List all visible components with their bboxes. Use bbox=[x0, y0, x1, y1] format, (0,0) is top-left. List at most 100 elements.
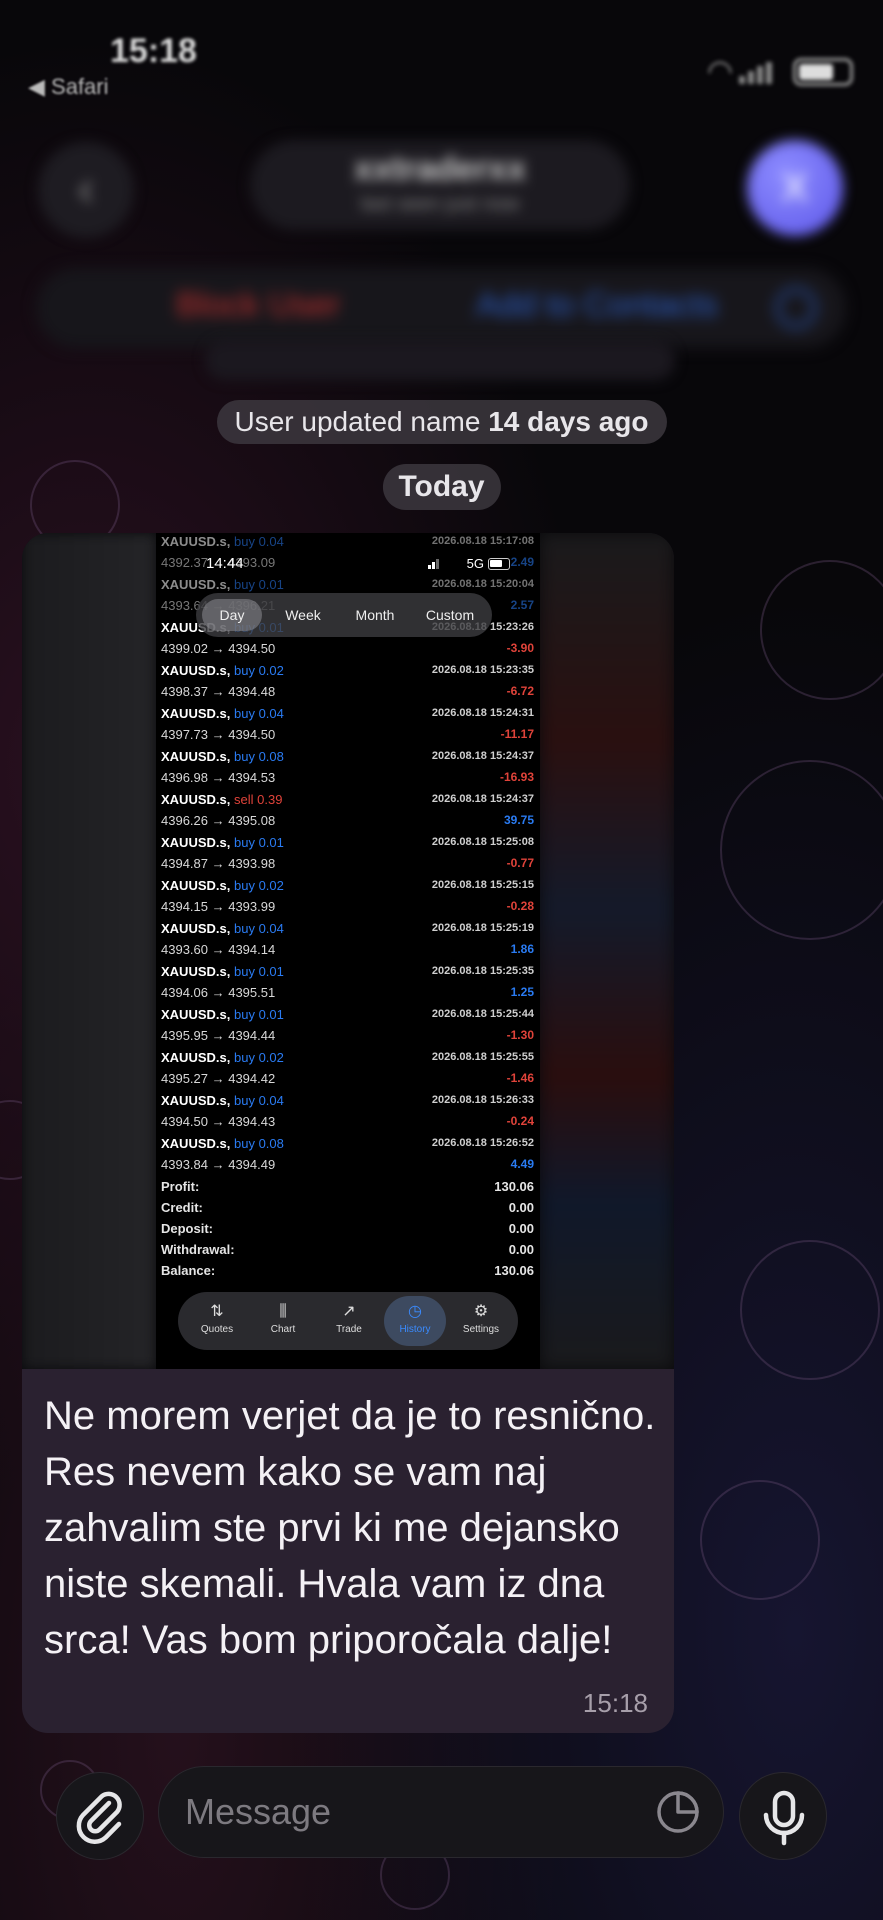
trade-profit: 1.25 bbox=[510, 985, 534, 999]
trade-side: buy 0.02 bbox=[233, 1050, 284, 1065]
chat-title[interactable]: xxtraderxx last seen just now bbox=[250, 140, 630, 230]
phone-signal-icon bbox=[428, 559, 442, 569]
message-text: Ne morem verjet da je to resnično. Res n… bbox=[44, 1394, 656, 1662]
settings-icon: ⚙ bbox=[473, 1303, 489, 1320]
attach-button[interactable] bbox=[56, 1772, 144, 1860]
contact-action-bar: Block User Add to Contacts bbox=[36, 268, 846, 348]
avatar[interactable]: X bbox=[747, 140, 843, 236]
tab-label: History bbox=[399, 1324, 431, 1335]
message-time: 15:18 bbox=[582, 1688, 648, 1718]
trade-date: 2026.08.18 15:23:35 bbox=[431, 664, 534, 676]
trade-row: XAUUSD.s, buy 0.02 2026.08.18 15:25:15 439… bbox=[156, 877, 540, 920]
trade-prices: 4396.26 → 4395.08 bbox=[161, 813, 276, 828]
trade-profit: -16.93 bbox=[499, 770, 534, 784]
tab-label: Trade bbox=[336, 1324, 362, 1335]
trade-side: buy 0.01 bbox=[233, 577, 284, 592]
voice-message-button[interactable] bbox=[739, 1772, 827, 1860]
trade-date: 2026.08.18 15:25:08 bbox=[431, 836, 534, 848]
trade-side: buy 0.01 bbox=[233, 1007, 284, 1022]
trade-symbol: XAUUSD.s, buy 0.01 bbox=[161, 1007, 284, 1022]
trade-prices: 4395.95 → 4394.44 bbox=[161, 1028, 276, 1043]
trade-symbol: XAUUSD.s, buy 0.08 bbox=[161, 749, 284, 764]
wallpaper-doodle bbox=[760, 560, 883, 700]
summary-value: 130.06 bbox=[494, 1263, 534, 1278]
trade-side: buy 0.08 bbox=[233, 1136, 284, 1151]
chevron-left-icon: ‹ bbox=[77, 160, 95, 216]
message-bubble[interactable]: XAUUSD.s, buy 0.04 2026.08.18 15:17:08 439… bbox=[22, 533, 674, 1733]
back-to-safari-link[interactable]: ◀ Safari bbox=[28, 74, 109, 100]
trade-row: XAUUSD.s, sell 0.39 2026.08.18 15:24:37 43… bbox=[156, 791, 540, 834]
trade-date: 2026.08.18 15:26:33 bbox=[431, 1094, 534, 1106]
trade-prices: 4394.06 → 4395.51 bbox=[161, 985, 276, 1000]
tab-trade: ↗ Trade bbox=[318, 1296, 380, 1346]
name-update-prefix: User updated name bbox=[234, 406, 489, 437]
trade-prices: 4398.37 → 4394.48 bbox=[161, 684, 276, 699]
wallpaper-doodle bbox=[720, 760, 883, 940]
summary-row: Credit: 0.00 bbox=[156, 1200, 540, 1221]
trade-date: 2026.08.18 15:24:31 bbox=[431, 707, 534, 719]
contact-name: xxtraderxx bbox=[353, 150, 526, 188]
trade-symbol: XAUUSD.s, buy 0.04 bbox=[161, 706, 284, 721]
trade-date: 2026.08.18 15:20:04 bbox=[431, 578, 534, 590]
trade-row: XAUUSD.s, buy 0.04 2026.08.18 15:26:33 439… bbox=[156, 1092, 540, 1135]
summary-label: Balance: bbox=[161, 1263, 216, 1278]
trade-prices: 4393.60 → 4394.14 bbox=[161, 942, 276, 957]
message-input[interactable]: Message bbox=[158, 1766, 724, 1858]
trade-date: 2026.08.18 15:26:52 bbox=[431, 1137, 534, 1149]
trade-prices: 4394.87 → 4393.98 bbox=[161, 856, 276, 871]
back-button[interactable]: ‹ bbox=[38, 142, 134, 238]
trade-profit: 4.49 bbox=[510, 1157, 534, 1171]
sticker-icon[interactable] bbox=[655, 1789, 701, 1835]
trade-symbol: XAUUSD.s, buy 0.04 bbox=[161, 1093, 284, 1108]
trade-symbol: XAUUSD.s, buy 0.01 bbox=[161, 964, 284, 979]
screenshot-blur-right bbox=[540, 533, 674, 1369]
trade-profit: 39.75 bbox=[503, 813, 534, 827]
attached-screenshot[interactable]: XAUUSD.s, buy 0.04 2026.08.18 15:17:08 439… bbox=[22, 533, 674, 1369]
trade-prices: 4396.98 → 4394.53 bbox=[161, 770, 276, 785]
tab-label: Settings bbox=[462, 1324, 500, 1335]
screenshot-blur-left bbox=[22, 533, 156, 1369]
trade-prices: 4399.02 → 4394.50 bbox=[161, 641, 276, 656]
phone-time: 14:44 bbox=[206, 555, 244, 572]
trade-date: 2026.08.18 15:25:15 bbox=[431, 879, 534, 891]
message-placeholder: Message bbox=[185, 1791, 332, 1832]
app-tab-bar: ⇅ Quotes ⫼ Chart ↗ Trade ◷ History ⚙ Settings bbox=[178, 1292, 518, 1350]
quotes-icon: ⇅ bbox=[210, 1303, 224, 1320]
block-user-button[interactable]: Block User bbox=[176, 286, 340, 325]
tab-label: Chart bbox=[270, 1324, 296, 1335]
trade-profit: 1.86 bbox=[510, 942, 534, 956]
trade-row: XAUUSD.s, buy 0.04 2026.08.18 15:24:31 439… bbox=[156, 705, 540, 748]
history-icon: ◷ bbox=[408, 1303, 422, 1320]
summary-label: Deposit: bbox=[161, 1221, 213, 1236]
trade-prices: 4397.73 → 4394.50 bbox=[161, 727, 276, 742]
date-separator: Today bbox=[382, 464, 501, 510]
trade-date: 2026.08.18 15:24:37 bbox=[431, 750, 534, 762]
trade-row: XAUUSD.s, buy 0.08 2026.08.18 15:26:52 439… bbox=[156, 1135, 540, 1178]
trade-side: buy 0.08 bbox=[233, 749, 284, 764]
trade-profit: -3.90 bbox=[506, 641, 534, 655]
trade-symbol: XAUUSD.s, buy 0.01 bbox=[161, 577, 284, 592]
trade-side: sell 0.39 bbox=[233, 792, 283, 807]
paperclip-icon bbox=[76, 1791, 122, 1844]
close-icon[interactable] bbox=[776, 288, 816, 328]
chat-header: ‹ xxtraderxx last seen just now X bbox=[0, 130, 883, 250]
wifi-icon: ◠ bbox=[706, 55, 733, 88]
summary-value: 130.06 bbox=[494, 1179, 534, 1194]
summary-label: Withdrawal: bbox=[161, 1242, 235, 1257]
status-bar: 15:18 ◀ Safari ◠ bbox=[0, 0, 883, 110]
tab-quotes: ⇅ Quotes bbox=[186, 1296, 248, 1346]
phone-status-bar: 14:44 5G bbox=[156, 555, 540, 577]
add-to-contacts-button[interactable]: Add to Contacts bbox=[476, 286, 718, 325]
phone-network: 5G bbox=[466, 556, 484, 571]
trade-profit: -1.30 bbox=[506, 1028, 534, 1042]
summary-row: Withdrawal: 0.00 bbox=[156, 1242, 540, 1263]
trade-symbol: XAUUSD.s, buy 0.02 bbox=[161, 878, 284, 893]
trade-prices: 4394.50 → 4394.43 bbox=[161, 1114, 276, 1129]
summary-label: Profit: bbox=[161, 1179, 200, 1194]
trade-side: buy 0.02 bbox=[233, 663, 284, 678]
trade-side: buy 0.01 bbox=[233, 964, 284, 979]
tab-chart: ⫼ Chart bbox=[252, 1296, 314, 1346]
trading-app-screenshot: XAUUSD.s, buy 0.04 2026.08.18 15:17:08 439… bbox=[156, 533, 540, 1369]
summary-value: 0.00 bbox=[508, 1242, 534, 1257]
trade-prices: 4395.27 → 4394.42 bbox=[161, 1071, 276, 1086]
